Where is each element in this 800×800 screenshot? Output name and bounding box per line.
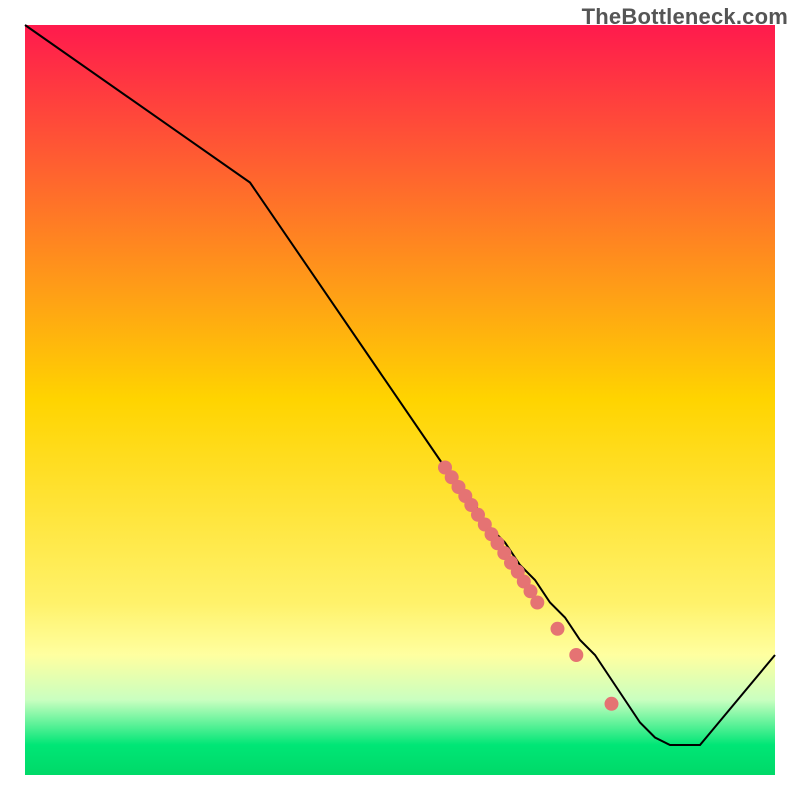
- chart-container: TheBottleneck.com: [0, 0, 800, 800]
- marker-dot: [530, 596, 544, 610]
- watermark-text: TheBottleneck.com: [582, 4, 788, 30]
- marker-dot: [569, 648, 583, 662]
- marker-dot: [551, 622, 565, 636]
- chart-svg: [0, 0, 800, 800]
- marker-dot: [605, 697, 619, 711]
